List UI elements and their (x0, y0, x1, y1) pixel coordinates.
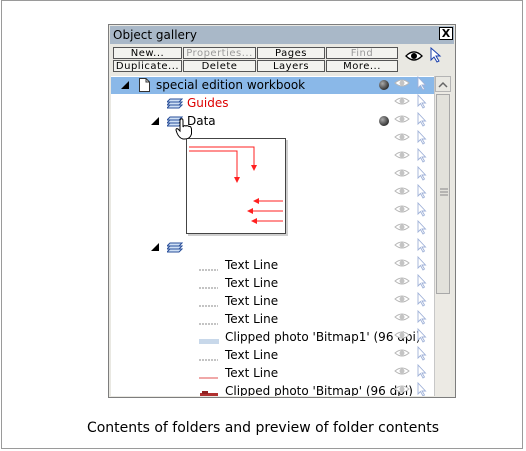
layer-stack-icon (167, 98, 183, 109)
delete-button[interactable]: Delete (183, 60, 256, 72)
collapse-triangle-icon[interactable] (151, 243, 160, 252)
folder-preview-popup (186, 138, 286, 234)
eye-icon[interactable] (394, 385, 410, 393)
eye-icon[interactable] (394, 169, 410, 177)
figure-caption: Contents of folders and preview of folde… (86, 420, 440, 436)
item-label: Text Line (225, 348, 279, 362)
eye-icon[interactable] (394, 205, 410, 213)
tree-row-item[interactable]: Text Line (111, 275, 434, 292)
line-thumbnail-icon (198, 368, 220, 379)
item-label: Text Line (225, 258, 279, 272)
eye-icon[interactable] (394, 79, 410, 87)
scroll-thumb[interactable] (436, 94, 450, 294)
tree-row-guides[interactable]: Guides (111, 95, 434, 112)
item-label: Text Line (225, 294, 279, 308)
tree-row-data[interactable]: Data (111, 113, 434, 130)
item-label: Text Line (225, 366, 279, 380)
pointer-arrow-icon[interactable] (417, 111, 427, 127)
grip-icon (440, 188, 448, 196)
workbook-label: special edition workbook (156, 78, 306, 92)
tree-row-item[interactable]: Text Line (111, 293, 434, 310)
pointer-arrow-icon[interactable] (417, 219, 427, 235)
pointer-arrow-icon[interactable] (417, 309, 427, 325)
bitmap-thumbnail-icon (198, 386, 220, 396)
properties-button[interactable]: Properties... (183, 47, 256, 59)
eye-icon[interactable] (394, 277, 410, 285)
eye-icon[interactable] (394, 187, 410, 195)
more-button[interactable]: More... (326, 60, 398, 72)
close-button[interactable]: X (439, 27, 453, 40)
tree-row-item[interactable]: Text Line (111, 347, 434, 364)
text-thumbnail-icon (198, 278, 220, 289)
item-label: Clipped photo 'Bitmap' (96 dpi) (225, 384, 413, 396)
collapse-triangle-icon[interactable] (121, 81, 130, 90)
pointer-arrow-icon[interactable] (417, 76, 427, 91)
preview-drawing (189, 146, 283, 224)
pointer-arrow-icon[interactable] (417, 381, 427, 396)
pointer-arrow-icon[interactable] (417, 201, 427, 217)
panel-title: Object gallery (113, 28, 197, 42)
item-label: Text Line (225, 276, 279, 290)
layers-button[interactable]: Layers (257, 60, 325, 72)
scroll-up-button[interactable] (435, 76, 451, 92)
text-thumbnail-icon (198, 260, 220, 271)
status-dot-icon (379, 80, 389, 90)
eye-icon[interactable] (405, 49, 423, 63)
visibility-column (394, 76, 427, 396)
text-thumbnail-icon (198, 296, 220, 307)
pointer-arrow-icon[interactable] (417, 183, 427, 199)
layer-stack-icon (167, 242, 183, 253)
pointer-arrow-icon[interactable] (417, 93, 427, 109)
eye-icon[interactable] (394, 295, 410, 303)
bitmap-thumbnail-icon (198, 332, 220, 344)
find-button[interactable]: Find (326, 47, 398, 59)
pointer-arrow-icon[interactable] (417, 237, 427, 253)
pointer-arrow-icon[interactable] (417, 255, 427, 271)
tree-row-collapsed-layer[interactable] (111, 239, 434, 256)
document-icon (139, 78, 150, 92)
text-thumbnail-icon (198, 350, 220, 361)
eye-icon[interactable] (394, 115, 410, 123)
tree-row-item[interactable]: Text Line (111, 311, 434, 328)
eye-icon[interactable] (394, 223, 410, 231)
object-tree: special edition workbook Guides Data Tex… (111, 76, 434, 396)
guides-label: Guides (187, 96, 229, 110)
pointer-arrow-icon[interactable] (417, 273, 427, 289)
eye-icon[interactable] (394, 133, 410, 141)
panel-titlebar: Object gallery (110, 26, 454, 44)
pointer-arrow-icon[interactable] (417, 165, 427, 181)
eye-icon[interactable] (394, 97, 410, 105)
text-thumbnail-icon (198, 314, 220, 325)
hand-cursor-icon (175, 118, 192, 140)
pages-button[interactable]: Pages (257, 47, 325, 59)
eye-icon[interactable] (394, 151, 410, 159)
eye-icon[interactable] (394, 331, 410, 339)
status-dot-icon (379, 116, 389, 126)
pointer-arrow-icon[interactable] (417, 345, 427, 361)
duplicate-button[interactable]: Duplicate... (113, 60, 182, 72)
pointer-arrow-icon[interactable] (417, 363, 427, 379)
arrow-up-icon (438, 81, 448, 88)
eye-icon[interactable] (394, 241, 410, 249)
new-button[interactable]: New... (113, 47, 182, 59)
tree-row-item[interactable]: Clipped photo 'Bitmap1' (96 dpi) (111, 329, 434, 346)
tree-row-workbook[interactable]: special edition workbook (111, 77, 434, 94)
item-label: Clipped photo 'Bitmap1' (96 dpi) (225, 330, 421, 344)
pointer-arrow-icon[interactable] (417, 147, 427, 163)
vertical-scrollbar[interactable] (434, 76, 451, 396)
tree-row-item[interactable]: Text Line (111, 365, 434, 382)
eye-icon[interactable] (394, 313, 410, 321)
eye-icon[interactable] (394, 259, 410, 267)
item-label: Text Line (225, 312, 279, 326)
collapse-triangle-icon[interactable] (151, 117, 160, 126)
pointer-arrow-icon[interactable] (417, 129, 427, 145)
tree-row-item[interactable]: Text Line (111, 257, 434, 274)
pointer-arrow-icon[interactable] (430, 47, 442, 63)
pointer-arrow-icon[interactable] (417, 327, 427, 343)
eye-icon[interactable] (394, 367, 410, 375)
tree-row-item[interactable]: Clipped photo 'Bitmap' (96 dpi) (111, 383, 434, 396)
pointer-arrow-icon[interactable] (417, 291, 427, 307)
eye-icon[interactable] (394, 349, 410, 357)
